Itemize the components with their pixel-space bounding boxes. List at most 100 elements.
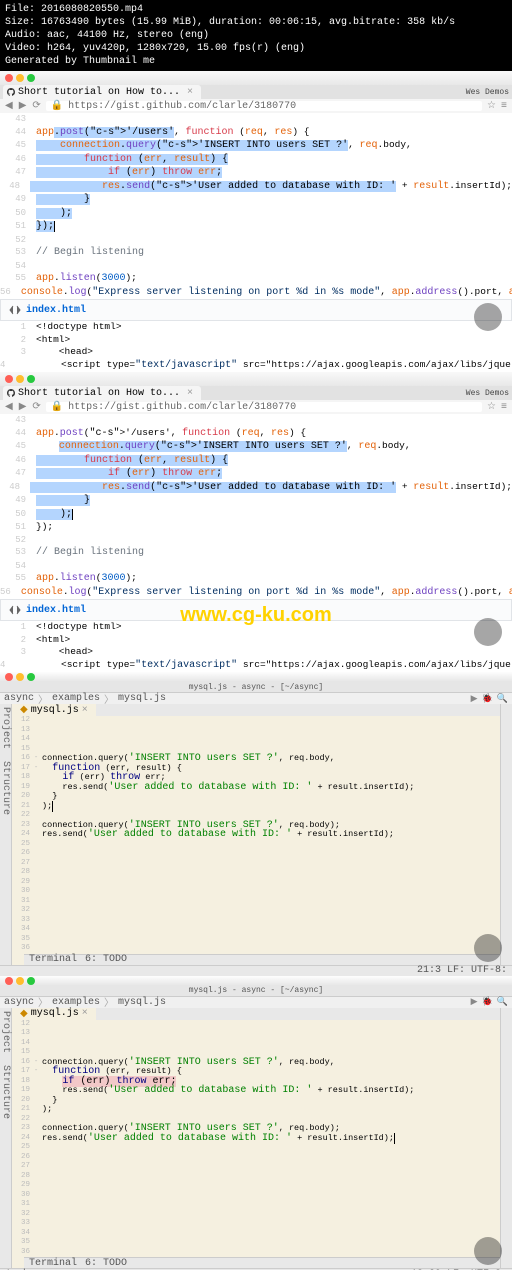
code-line[interactable]: 53// Begin listening <box>0 246 512 260</box>
fold-icon[interactable] <box>34 1238 42 1248</box>
code-line[interactable]: 53// Begin listening <box>0 546 512 560</box>
code-line[interactable]: 34 <box>12 1229 500 1239</box>
crumb-file[interactable]: mysql.js <box>118 693 166 704</box>
fold-icon[interactable] <box>34 1048 42 1058</box>
forward-icon[interactable]: ▶ <box>19 401 27 413</box>
code-line[interactable]: 24res.send('User added to database with … <box>12 830 500 840</box>
play-overlay-icon[interactable] <box>474 934 502 962</box>
crumb-folder[interactable]: async <box>4 997 34 1008</box>
maximize-traffic-light[interactable] <box>27 673 35 681</box>
terminal-tab[interactable]: Terminal <box>29 1258 77 1269</box>
fold-icon[interactable] <box>34 1096 42 1106</box>
code-line[interactable]: 45 connection.query("c-s">'INSERT INTO u… <box>0 139 512 153</box>
crumb-folder[interactable]: examples <box>52 693 100 704</box>
code-line[interactable]: 30 <box>12 887 500 897</box>
code-line[interactable]: 33 <box>12 1219 500 1229</box>
fold-icon[interactable] <box>34 859 42 869</box>
code-line[interactable]: 33 <box>12 916 500 926</box>
back-icon[interactable]: ◀ <box>5 100 13 112</box>
fold-icon[interactable] <box>34 1181 42 1191</box>
fold-icon[interactable] <box>34 792 42 802</box>
code-line[interactable]: 43 <box>0 113 512 126</box>
fold-icon[interactable] <box>34 868 42 878</box>
code-line[interactable]: 26 <box>12 1153 500 1163</box>
ide-code-1[interactable]: 1213141516-connection.query('INSERT INTO… <box>12 716 500 954</box>
code-line[interactable]: 25 <box>12 1143 500 1153</box>
url-field[interactable]: 🔒 https://gist.github.com/clarle/3180770 <box>46 101 482 111</box>
code-line[interactable]: 3 <head> <box>0 346 512 359</box>
code-line[interactable]: 46 function (err, result) { <box>0 454 512 468</box>
todo-tab[interactable]: 6: TODO <box>85 1258 127 1269</box>
crumb-folder[interactable]: examples <box>52 997 100 1008</box>
fold-icon[interactable] <box>34 906 42 916</box>
minimize-traffic-light[interactable] <box>16 74 24 82</box>
code-line[interactable]: 35 <box>12 935 500 945</box>
fold-icon[interactable] <box>34 944 42 954</box>
fold-icon[interactable] <box>34 821 42 831</box>
fold-icon[interactable] <box>34 773 42 783</box>
file-name-link[interactable]: index.html <box>26 605 86 616</box>
code-line[interactable]: 47 if (err) throw err; <box>0 467 512 481</box>
code-line[interactable]: 21);​ <box>12 802 500 812</box>
code-line[interactable]: 26 <box>12 849 500 859</box>
back-icon[interactable]: ◀ <box>5 401 13 413</box>
code-line[interactable]: 19 res.send('User added to database with… <box>12 783 500 793</box>
fold-icon[interactable] <box>34 1039 42 1049</box>
ide-code-2[interactable]: 1213141516-connection.query('INSERT INTO… <box>12 1020 500 1258</box>
code-line[interactable]: 50 ); <box>0 207 512 221</box>
fold-icon[interactable] <box>34 1105 42 1115</box>
file-name-link[interactable]: index.html <box>26 305 86 316</box>
code-line[interactable]: 46 function (err, result) { <box>0 153 512 167</box>
url-field[interactable]: 🔒 https://gist.github.com/clarle/3180770 <box>46 402 482 412</box>
code-line[interactable]: 35 <box>12 1238 500 1248</box>
fold-icon[interactable] <box>34 887 42 897</box>
fold-icon[interactable] <box>34 1248 42 1258</box>
star-icon[interactable]: ☆ <box>487 401 496 413</box>
minimize-traffic-light[interactable] <box>16 977 24 985</box>
code-line[interactable]: 44app.post("c-s">'/users', function (req… <box>0 427 512 441</box>
code-line[interactable]: 27 <box>12 859 500 869</box>
code-line[interactable]: 55app.listen(3000); <box>0 272 512 286</box>
fold-icon[interactable]: - <box>34 754 42 764</box>
tab-close-icon[interactable]: × <box>187 388 193 399</box>
code-line[interactable]: 56console.log("Express server listening … <box>0 586 512 600</box>
code-line[interactable]: 32 <box>12 906 500 916</box>
run-icon[interactable]: ▶ <box>471 997 478 1007</box>
code-line[interactable]: 29 <box>12 878 500 888</box>
close-traffic-light[interactable] <box>5 977 13 985</box>
code-line[interactable]: 28 <box>12 868 500 878</box>
code-line[interactable]: 50 );​ <box>0 508 512 522</box>
fold-icon[interactable]: - <box>34 1058 42 1068</box>
code-line[interactable]: 43 <box>0 414 512 427</box>
code-line[interactable]: 36 <box>12 944 500 954</box>
code-line[interactable]: 54 <box>0 560 512 573</box>
code-line[interactable]: 51}); <box>0 521 512 534</box>
code-line[interactable]: 2<html> <box>0 334 512 347</box>
code-line[interactable]: 24res.send('User added to database with … <box>12 1134 500 1144</box>
fold-icon[interactable] <box>34 1162 42 1172</box>
code-line[interactable]: 36 <box>12 1248 500 1258</box>
code-line[interactable]: 13 <box>12 1029 500 1039</box>
search-icon[interactable]: 🔍 <box>497 694 508 704</box>
terminal-tab[interactable]: Terminal <box>29 954 77 965</box>
fold-icon[interactable] <box>34 802 42 812</box>
forward-icon[interactable]: ▶ <box>19 100 27 112</box>
menu-icon[interactable]: ≡ <box>501 402 507 413</box>
fold-icon[interactable] <box>34 897 42 907</box>
code-line[interactable]: 21); <box>12 1105 500 1115</box>
code-line[interactable]: 48 res.send("c-s">'User added to databas… <box>0 481 512 495</box>
maximize-traffic-light[interactable] <box>27 977 35 985</box>
fold-icon[interactable] <box>34 1077 42 1087</box>
fold-icon[interactable] <box>34 1115 42 1125</box>
code-line[interactable]: 19 res.send('User added to database with… <box>12 1086 500 1096</box>
tab-close-icon[interactable]: × <box>82 1008 88 1019</box>
index-code-2[interactable]: 1<!doctype html>2<html>3 <head>4 <script… <box>0 621 512 672</box>
editor-tab[interactable]: ◆ mysql.js × <box>12 704 96 716</box>
code-line[interactable]: 12 <box>12 1020 500 1030</box>
fold-icon[interactable] <box>34 1143 42 1153</box>
sidebar-project[interactable]: Project <box>0 707 11 749</box>
minimize-traffic-light[interactable] <box>16 673 24 681</box>
code-line[interactable]: 51});​ <box>0 220 512 234</box>
star-icon[interactable]: ☆ <box>487 100 496 112</box>
search-icon[interactable]: 🔍 <box>497 997 508 1007</box>
